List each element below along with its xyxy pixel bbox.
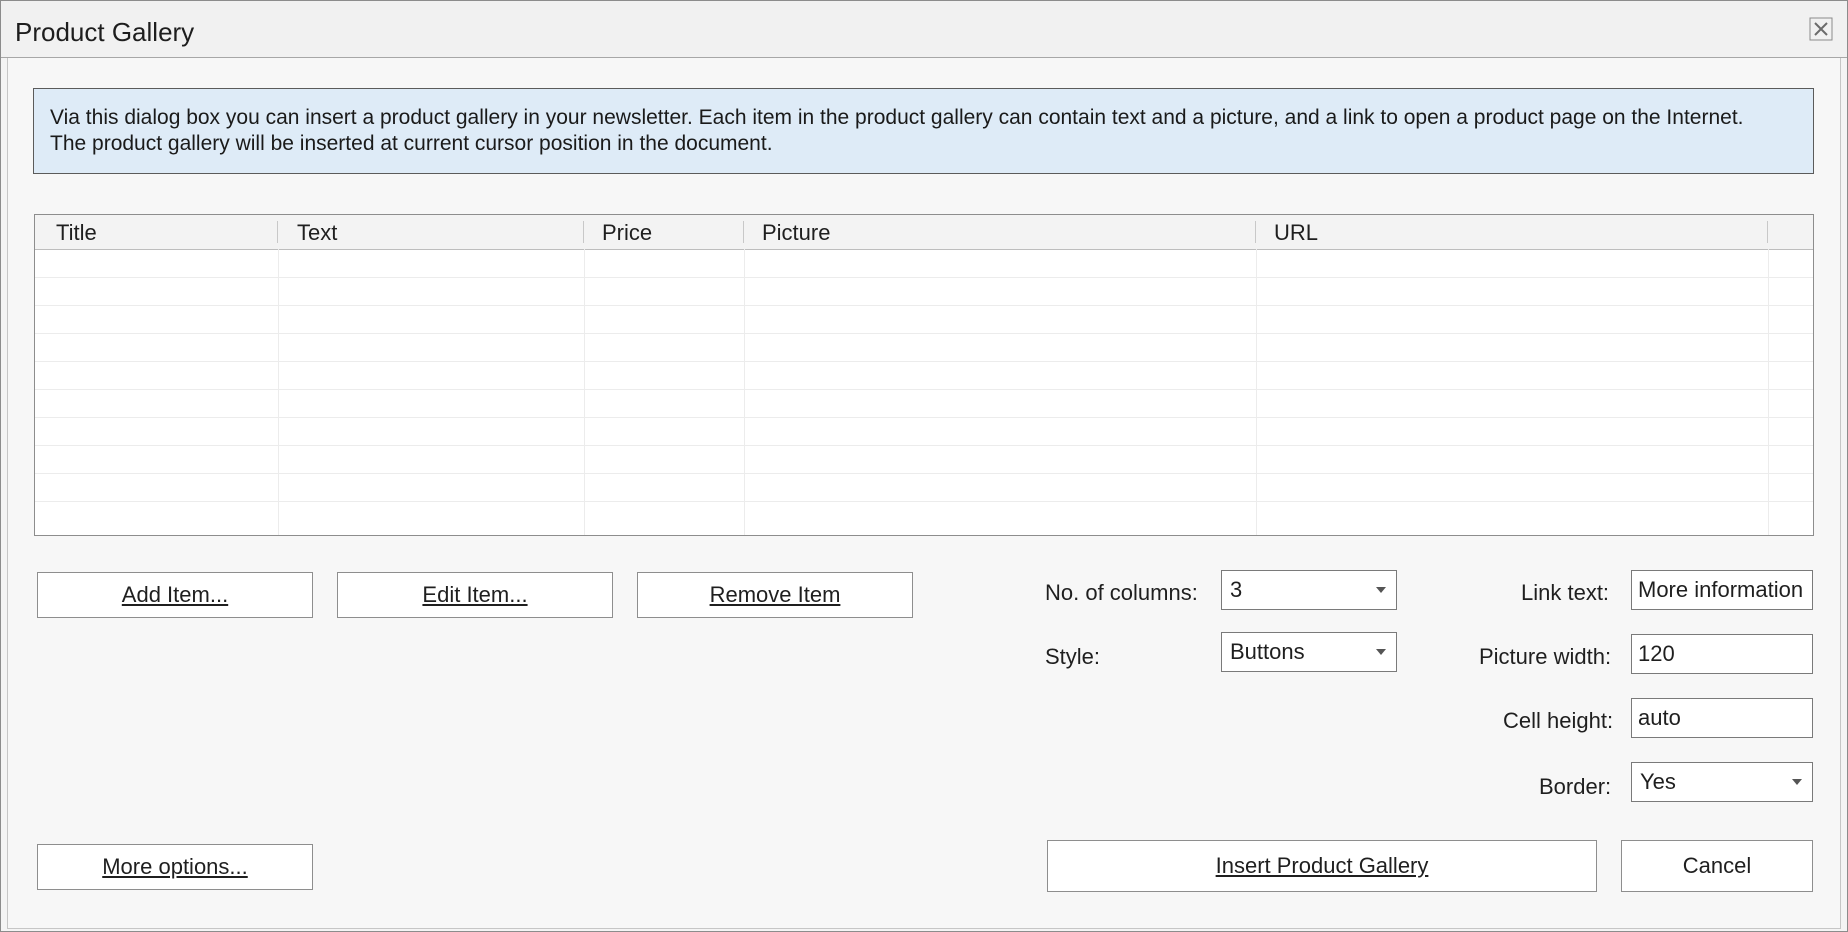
chevron-down-icon[interactable]	[1376, 649, 1386, 655]
title-bar: Product Gallery	[1, 1, 1847, 58]
close-icon[interactable]	[1809, 17, 1833, 41]
info-text: Via this dialog box you can insert a pro…	[50, 105, 1800, 157]
style-value: Buttons	[1230, 639, 1305, 664]
grid-column-line	[1768, 249, 1769, 535]
grid-column-line	[278, 249, 279, 535]
grid-row-line	[35, 445, 1813, 446]
dialog-title: Product Gallery	[15, 17, 195, 47]
remove-item-label: Remove Item	[709, 582, 841, 607]
grid-row-line	[35, 389, 1813, 390]
chevron-down-icon[interactable]	[1376, 587, 1386, 593]
grid-row-line	[35, 305, 1813, 306]
column-separator[interactable]	[1255, 221, 1256, 243]
product-items-grid[interactable]: Title Text Price Picture URL	[34, 214, 1814, 536]
remove-item-button[interactable]: Remove Item	[637, 572, 913, 618]
info-line-1: Via this dialog box you can insert a pro…	[50, 106, 1744, 129]
link-text-input[interactable]	[1631, 570, 1813, 610]
column-separator[interactable]	[743, 221, 744, 243]
link-text-label: Link text:	[1521, 580, 1610, 605]
grid-column-line	[584, 249, 585, 535]
grid-row-line	[35, 333, 1813, 334]
column-separator[interactable]	[583, 221, 584, 243]
add-item-label: Add Item...	[121, 582, 229, 607]
product-gallery-dialog: Product Gallery Via this dialog box you …	[0, 0, 1848, 932]
more-options-label: More options...	[102, 854, 248, 879]
column-header-price[interactable]: Price	[602, 220, 652, 246]
grid-row-line	[35, 473, 1813, 474]
picture-width-input[interactable]	[1631, 634, 1813, 674]
grid-row-line	[35, 361, 1813, 362]
columns-dropdown[interactable]: 3	[1221, 570, 1397, 610]
insert-product-gallery-button[interactable]: Insert Product Gallery	[1047, 840, 1597, 892]
cell-height-label: Cell height:	[1503, 708, 1614, 733]
grid-row-line	[35, 501, 1813, 502]
style-dropdown[interactable]: Buttons	[1221, 632, 1397, 672]
style-label: Style:	[1045, 644, 1101, 669]
column-header-title[interactable]: Title	[56, 220, 97, 246]
cell-height-input[interactable]	[1631, 698, 1813, 738]
chevron-down-icon[interactable]	[1792, 779, 1802, 785]
grid-column-line	[1256, 249, 1257, 535]
grid-row-line	[35, 277, 1813, 278]
cancel-label: Cancel	[1682, 853, 1752, 878]
grid-row-line	[35, 417, 1813, 418]
info-panel: Via this dialog box you can insert a pro…	[33, 88, 1814, 174]
grid-column-line	[744, 249, 745, 535]
column-header-text[interactable]: Text	[297, 220, 337, 246]
border-label: Border:	[1539, 774, 1612, 799]
more-options-button[interactable]: More options...	[37, 844, 313, 890]
border-dropdown[interactable]: Yes	[1631, 762, 1813, 802]
edit-item-button[interactable]: Edit Item...	[337, 572, 613, 618]
column-header-picture[interactable]: Picture	[762, 220, 830, 246]
picture-width-label: Picture width:	[1479, 644, 1612, 669]
columns-label: No. of columns:	[1045, 580, 1198, 605]
grid-header: Title Text Price Picture URL	[35, 215, 1813, 250]
column-header-url[interactable]: URL	[1274, 220, 1318, 246]
insert-product-gallery-label: Insert Product Gallery	[1215, 853, 1429, 878]
columns-value: 3	[1230, 577, 1243, 602]
info-line-2: The product gallery will be inserted at …	[50, 132, 773, 155]
border-value: Yes	[1640, 769, 1676, 794]
add-item-button[interactable]: Add Item...	[37, 572, 313, 618]
cancel-button[interactable]: Cancel	[1621, 840, 1813, 892]
edit-item-label: Edit Item...	[422, 582, 528, 607]
column-separator[interactable]	[1767, 221, 1768, 243]
column-separator[interactable]	[277, 221, 278, 243]
